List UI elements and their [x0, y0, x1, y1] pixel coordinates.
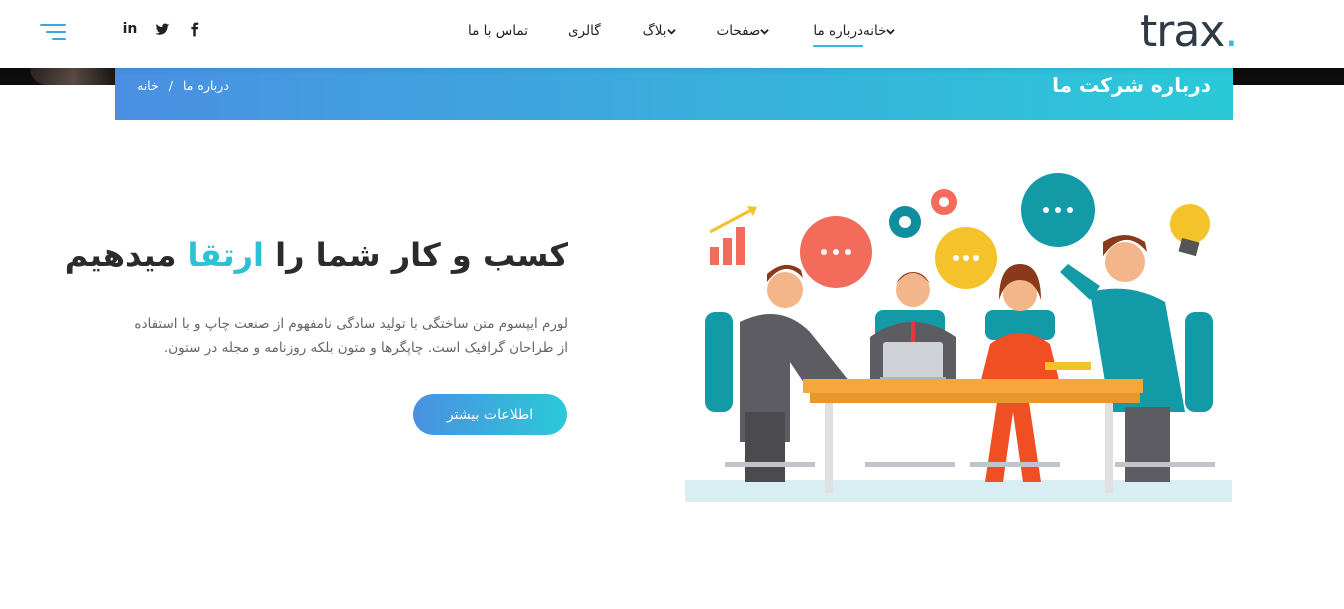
nav-item-label: درباره ما: [813, 23, 864, 39]
breadcrumb-home-link[interactable]: خانه: [137, 78, 159, 93]
chevron-down-icon: [886, 27, 896, 36]
linkedin-icon[interactable]: in: [122, 20, 138, 38]
hamburger-menu-icon[interactable]: [40, 24, 66, 42]
chart-icon: [709, 206, 757, 265]
gear-icon: [889, 189, 957, 238]
person-middle: [870, 272, 956, 387]
breadcrumb-separator: /: [168, 78, 173, 93]
person-woman: [980, 264, 1060, 482]
person-left: [740, 264, 850, 482]
nav-item-home[interactable]: خانه: [863, 23, 899, 39]
site-header: in خانه درباره ما صفحات بلاگ گالری تماس …: [0, 0, 1344, 68]
site-logo[interactable]: trax.: [1140, 8, 1238, 56]
headline-accent: ارتقا: [187, 236, 264, 274]
nav-item-about[interactable]: درباره ما: [813, 23, 864, 47]
nav-item-label: صفحات: [716, 23, 761, 39]
breadcrumb-current: درباره ما: [182, 78, 229, 93]
facebook-icon[interactable]: [186, 20, 202, 38]
nav-item-label: بلاگ: [642, 23, 667, 39]
person-right: [1045, 235, 1185, 482]
chat-bubble-teal-icon: [1021, 173, 1095, 247]
nav-item-pages[interactable]: صفحات: [717, 23, 774, 39]
nav-item-contact[interactable]: تماس با ما: [468, 23, 528, 39]
lightbulb-icon: [1170, 204, 1210, 257]
team-meeting-illustration: [685, 173, 1232, 502]
page: in خانه درباره ما صفحات بلاگ گالری تماس …: [0, 0, 1344, 609]
nav-item-blog[interactable]: بلاگ: [643, 23, 680, 39]
page-title: درباره شرکت ما: [1052, 73, 1211, 97]
twitter-icon[interactable]: [154, 20, 170, 38]
breadcrumb-banner: درباره شرکت ما خانه / درباره ما: [115, 68, 1233, 120]
chevron-down-icon: [666, 27, 676, 36]
nav-item-gallery[interactable]: گالری: [568, 23, 601, 39]
nav-item-label: تماس با ما: [468, 23, 528, 39]
chevron-down-icon: [760, 27, 770, 36]
hero-paragraph: لورم ایپسوم متن ساختگی با تولید سادگی نا…: [134, 316, 568, 356]
nav-item-label: خانه: [863, 23, 887, 39]
nav-item-label: گالری: [567, 23, 601, 39]
hero-headline: کسب و کار شما را ارتقا میدهیم: [64, 236, 568, 274]
social-links: in: [122, 20, 202, 38]
chat-bubble-red-icon: [800, 216, 872, 288]
main-nav: خانه درباره ما صفحات بلاگ گالری تماس با …: [450, 0, 899, 62]
breadcrumb: خانه / درباره ما: [137, 78, 229, 93]
hero-photo-fragment: [30, 68, 116, 85]
more-info-button[interactable]: اطلاعات بیشتر: [413, 394, 567, 435]
chat-bubble-yellow-icon: [935, 227, 997, 289]
